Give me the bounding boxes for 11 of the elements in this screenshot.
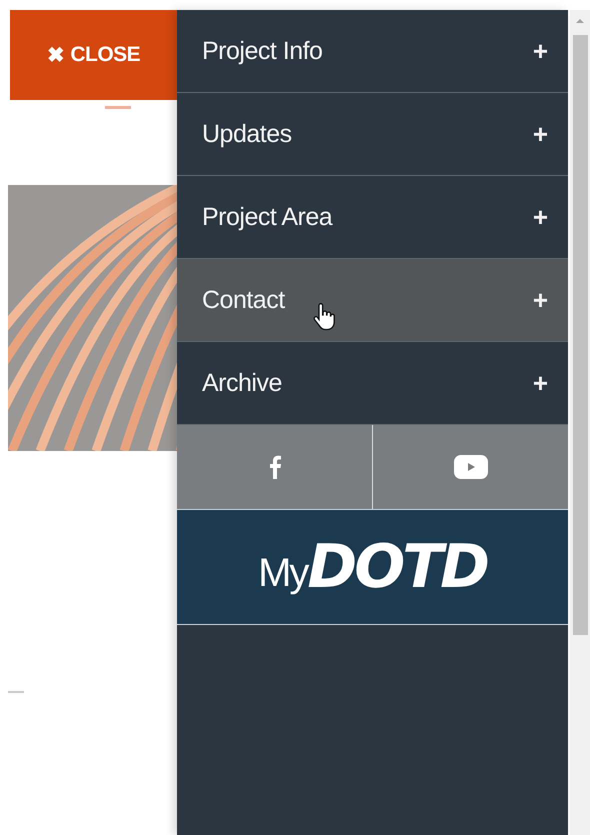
menu-item[interactable]: Updates + <box>177 93 568 176</box>
scrollbar[interactable] <box>570 10 590 835</box>
menu-item[interactable]: Project Info + <box>177 10 568 93</box>
video-play-icon <box>454 455 488 479</box>
hand-cursor-icon <box>313 303 335 331</box>
close-button[interactable]: ✖ CLOSE <box>10 10 177 100</box>
logo-link[interactable]: MyDOTD <box>177 510 568 625</box>
menu-item[interactable]: Contact + <box>177 259 568 342</box>
menu-item[interactable]: Archive + <box>177 342 568 425</box>
menu-item[interactable]: Project Area + <box>177 176 568 259</box>
facebook-icon <box>268 455 280 479</box>
